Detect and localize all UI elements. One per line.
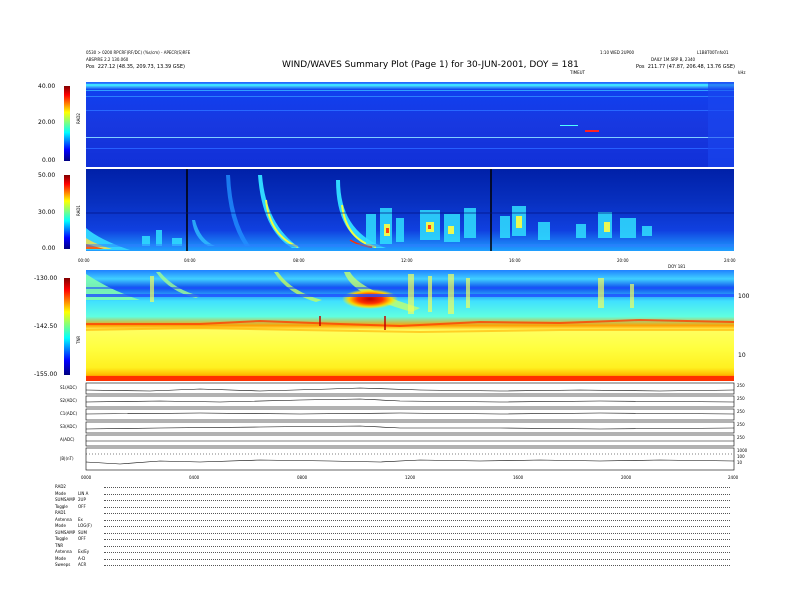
mid-time-tick-5: 20:00 [617,258,629,263]
footer-dotted-leader [104,519,730,521]
ts-right-tick-b-2: 10 [737,460,743,465]
ts-right-tick-c1: 250 [737,409,745,414]
footer-dotted-leader [104,558,730,560]
mid-time-tick-6: 24:00 [724,258,736,263]
tnr-tick-mid: -142.50 [34,323,58,330]
bottom-time-tick-0: 0000 [81,475,92,480]
rad1-tick-mid: 30.00 [38,209,56,216]
footer-label: Sweeps [55,562,71,567]
footer-value: OFF [78,503,86,509]
mid-time-tick-3: 12:00 [401,258,413,263]
footer-value: ACR [78,562,87,567]
footer-value: Ex [78,516,83,522]
footer-value: Ex/Ey [78,549,90,554]
footer-value: A-D [78,555,86,561]
footer-label: Mode [55,555,66,561]
footer-value: OFF [78,536,86,541]
footer-dotted-leader [104,500,730,501]
footer-dotted-leader [104,545,730,547]
footer-dotted-leader [104,532,730,534]
ts-label-s3: S3(ADC) [60,424,77,429]
rad1-colorbar [64,175,70,249]
mid-time-tick-1: 04:00 [184,258,196,263]
footer-label: RAD1 [55,510,66,515]
footer-label: Toggle [55,536,68,541]
mid-time-tick-4: 16:00 [509,258,521,263]
tnr-right-tick-100: 100 [738,293,750,300]
footer-dotted-leader [104,526,730,527]
footer-dotted-leader [104,552,730,553]
rad2-label: RAD2 [76,113,81,124]
rad1-tick-top: 50.00 [38,172,56,179]
footer-label: RAD2 [55,484,66,489]
rad2-panel [86,82,734,167]
tnr-label: TNR [76,335,81,344]
footer-value: 2UP [78,497,86,502]
tnr-panel [85,270,735,381]
ts-label-s2: S2(ADC) [60,398,77,403]
footer-dotted-leader [104,487,730,488]
ts-right-tick-s2: 250 [737,396,745,401]
footer-dotted-leader [104,493,730,495]
ts-right-tick-s1: 250 [737,383,745,388]
rad1-panel [86,169,734,251]
rad1-tick-bottom: 0.00 [42,245,56,252]
ts-right-tick-b-1: 100 [737,454,745,459]
bottom-time-tick-6: 2400 [728,475,739,480]
rad2-tick-top: 40.00 [38,83,56,90]
tnr-intense-event [342,289,398,309]
timeseries-panels [85,382,735,471]
rad2-tick-bottom: 0.00 [42,157,56,164]
footer-dotted-leader [104,539,730,540]
ts-label-b: |B|(nT) [60,456,74,461]
rad1-label: RAD1 [76,205,81,216]
tnr-tick-bottom: -155.00 [34,371,58,378]
tnr-right-tick-10: 10 [738,352,746,359]
tnr-tick-top: -130.00 [34,275,58,282]
rad2-tick-mid: 20.00 [38,119,56,126]
ts-right-tick-b-0: 1000 [737,448,748,453]
footer-value: SUM [78,529,87,535]
ts-right-tick-a: 250 [737,435,745,440]
footer-label: TNR [55,542,64,548]
footer-label: Mode [55,523,66,528]
ts-right-tick-s3: 250 [737,422,745,427]
bottom-time-tick-5: 2000 [621,475,632,480]
footer-dotted-leader [104,506,730,508]
footer-label: SUMSAMP [55,529,76,535]
mid-time-tick-0: 00:00 [78,258,90,263]
footer-dotted-leader [104,565,730,566]
footer-label: Toggle [55,503,68,509]
rad2-colorbar [64,86,70,161]
bottom-time-tick-2: 0800 [297,475,308,480]
footer-label: SUMSAMP [55,497,76,502]
mid-time-axis-label: DOY 181 [668,264,686,269]
ts-label-a: A(ADC) [60,437,75,442]
footer-label: Antenna [55,549,72,554]
mid-time-tick-2: 08:00 [293,258,305,263]
footer-label: Antenna [55,516,72,522]
bottom-time-tick-1: 0400 [189,475,200,480]
ts-label-c1: C1(ADC) [60,411,78,416]
footer-value: LIN A [78,490,89,496]
footer-dotted-leader [104,513,730,514]
footer-label: Mode [55,490,66,496]
ts-label-s1: S1(ADC) [60,385,77,390]
footer-value: LOG(F) [78,523,92,528]
bottom-time-tick-3: 1200 [405,475,416,480]
tnr-colorbar [64,278,70,375]
bottom-time-tick-4: 1600 [513,475,524,480]
